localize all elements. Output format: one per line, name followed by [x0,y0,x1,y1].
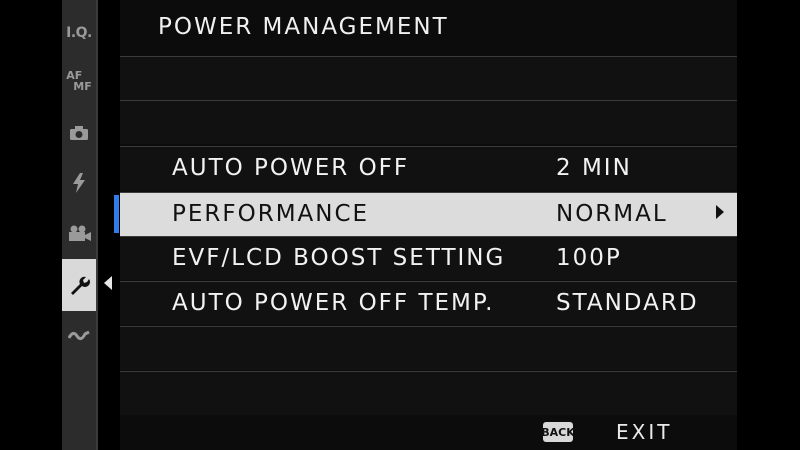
af-mf-icon: AF MF [66,70,91,92]
menu-item-performance[interactable]: PERFORMANCE NORMAL [114,192,737,236]
iq-label: I.Q. [66,25,92,41]
menu-item-label: PERFORMANCE [172,201,370,227]
empty-row [120,100,737,144]
menu-item-auto-power-off[interactable]: AUTO POWER OFF 2 MIN [120,146,737,190]
empty-row [120,326,737,370]
empty-row [120,371,737,415]
menu-item-label: EVF/LCD BOOST SETTING [172,245,506,271]
menu-category-sidebar: I.Q. AF MF [62,0,96,450]
mf-label: MF [73,80,92,93]
exit-label: EXIT [616,420,673,444]
wrench-icon [71,276,90,295]
empty-row [120,56,737,100]
sidebar-item-setup[interactable] [62,259,96,311]
selection-indicator [114,195,119,233]
sidebar-divider [96,0,98,450]
menu-item-auto-power-off-temp[interactable]: AUTO POWER OFF TEMP. STANDARD [120,281,737,325]
menu-item-evf-lcd-boost[interactable]: EVF/LCD BOOST SETTING 100P [120,236,737,280]
menu-item-label: AUTO POWER OFF TEMP. [172,290,495,316]
back-button-icon[interactable]: BACK [541,422,575,442]
sidebar-item-shooting[interactable] [62,116,96,150]
sidebar-item-movie[interactable] [62,216,96,250]
menu-item-value: NORMAL [556,201,668,227]
flash-icon [73,173,85,193]
page-title: POWER MANAGEMENT [158,14,449,40]
menu-item-value: 100P [556,245,622,271]
movie-icon [69,225,91,241]
menu-item-value: STANDARD [556,290,699,316]
menu-item-value: 2 MIN [556,155,632,181]
sidebar-item-flash[interactable] [62,166,96,200]
camera-icon [70,126,88,140]
sidebar-item-connection[interactable] [62,318,96,352]
sidebar-item-af-mf[interactable]: AF MF [62,64,96,98]
submenu-arrow-icon [716,205,724,219]
menu-item-label: AUTO POWER OFF [172,155,410,181]
active-category-pointer-icon [104,276,112,290]
connection-icon [68,330,90,341]
menu-panel: POWER MANAGEMENT AUTO POWER OFF 2 MIN PE… [114,0,737,450]
sidebar-item-iq[interactable]: I.Q. [62,16,96,50]
